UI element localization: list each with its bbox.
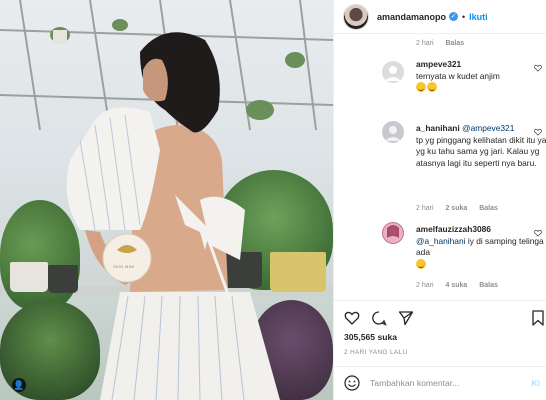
comment-likes[interactable]: 2 suka (445, 205, 467, 212)
comment-likes[interactable]: 4 suka (445, 282, 467, 289)
author-username[interactable]: amandamanopo (377, 12, 446, 22)
commenter-avatar[interactable] (382, 121, 404, 143)
comment-time: 2 hari (416, 205, 434, 212)
tag-person-icon[interactable]: 👤 (12, 378, 26, 392)
comment-text: tp yg pinggang kelihatan dikit itu ya ka… (416, 134, 546, 168)
comment-item: ampeve321 ternyata w kudet anjim (416, 59, 546, 94)
post-comment-button[interactable]: Ki (531, 378, 540, 388)
add-comment-form: Ki (344, 372, 540, 394)
jar-brand-text: SKIN MINI (113, 264, 135, 269)
reply-button[interactable]: Balas (479, 282, 498, 289)
follow-button[interactable]: Ikuti (469, 12, 488, 22)
smiley-icon[interactable] (344, 375, 360, 391)
reply-button[interactable]: Balas (479, 205, 498, 212)
heart-icon[interactable] (534, 64, 542, 72)
heart-icon[interactable] (534, 229, 542, 237)
comment-time: 2 hari (416, 282, 434, 289)
comment-text: ternyata w kudet anjim (416, 70, 500, 81)
grinning-sweat-emoji-icon (416, 82, 426, 92)
divider (333, 366, 546, 367)
post-actions (344, 308, 544, 328)
reply-button[interactable]: Balas (445, 40, 464, 47)
post-header: amandamanopo ✓ • Ikuti (334, 0, 546, 34)
comment-mention[interactable]: @a_hanihani (416, 236, 466, 246)
heart-icon[interactable] (534, 128, 542, 136)
grinning-emoji-icon (416, 258, 426, 269)
comment-item: amelfauzizzah3086 @a_hanihani iy di samp… (416, 224, 546, 270)
model-figure (66, 32, 280, 400)
comment-meta: 2 hari 2 suka Balas (416, 205, 508, 212)
verified-badge-icon: ✓ (449, 12, 459, 21)
bookmark-icon[interactable] (532, 310, 544, 326)
commenter-avatar[interactable] (382, 222, 404, 244)
grinning-sweat-emoji-icon (427, 82, 437, 92)
comment-meta: 2 hari 4 suka Balas (416, 282, 508, 289)
commenter-avatar[interactable] (382, 61, 404, 83)
comment-username[interactable]: ampeve321 (416, 59, 461, 69)
separator-dot: • (462, 11, 466, 22)
instagram-post-view: SKIN MINI 👤 amandamanopo ✓ • Ikuti 2 har… (0, 0, 546, 400)
comment-icon[interactable] (371, 310, 387, 326)
comment-input[interactable] (370, 378, 490, 388)
divider (333, 300, 546, 301)
heart-icon[interactable] (344, 310, 360, 326)
post-time[interactable]: 2 HARI YANG LALU (344, 349, 407, 356)
comment-username[interactable]: amelfauzizzah3086 (416, 224, 491, 234)
comment-time: 2 hari (416, 40, 434, 47)
post-photo[interactable]: SKIN MINI 👤 (0, 0, 333, 400)
comment-username[interactable]: a_hanihani (416, 123, 460, 133)
comment-mention[interactable]: @ampeve321 (462, 123, 514, 133)
comment-meta: 2 hari Balas (416, 40, 474, 47)
share-icon[interactable] (398, 310, 414, 326)
comment-item: a_hanihani @ampeve321 tp yg pinggang kel… (416, 123, 546, 169)
likes-count[interactable]: 305,565 suka (344, 332, 397, 342)
avatar[interactable] (343, 3, 369, 30)
